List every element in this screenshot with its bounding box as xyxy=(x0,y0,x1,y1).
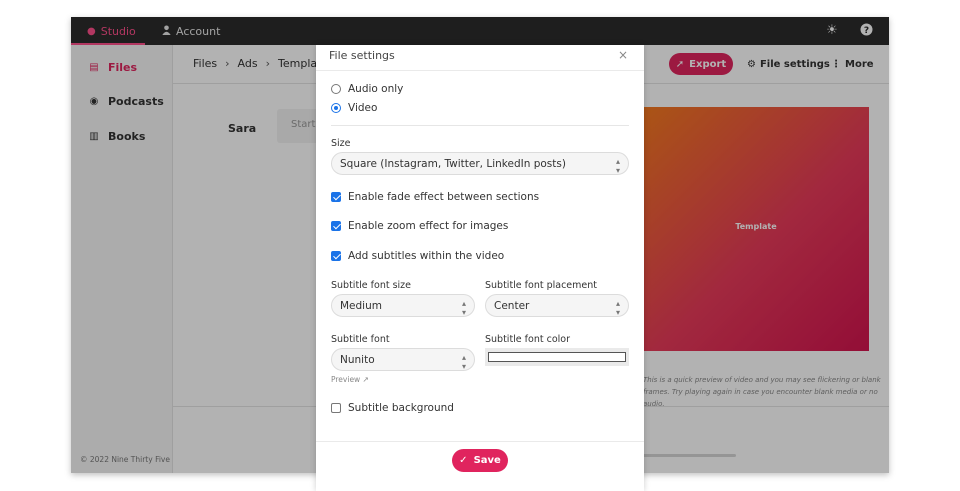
radio-label: Audio only xyxy=(348,83,404,95)
checkbox-zoom-effect[interactable]: Enable zoom effect for images xyxy=(331,220,508,232)
subtitle-font-size-label: Subtitle font size xyxy=(331,280,412,291)
size-value: Square (Instagram, Twitter, LinkedIn pos… xyxy=(340,157,566,170)
file-settings-dialog: File settings × Audio only Video Size Sq… xyxy=(316,45,644,491)
select-caret-icon: ▴ ▾ xyxy=(461,299,466,317)
font-preview-link[interactable]: Preview ↗ xyxy=(331,375,369,384)
size-label: Size xyxy=(331,138,351,149)
dialog-header: File settings × xyxy=(316,45,644,71)
checkbox-label: Add subtitles within the video xyxy=(348,250,505,262)
radio-audio-only[interactable]: Audio only xyxy=(331,83,403,95)
checkbox[interactable] xyxy=(331,221,341,231)
radio-button[interactable] xyxy=(331,84,341,94)
subtitle-font-label: Subtitle font xyxy=(331,334,390,345)
select-caret-icon: ▴ ▾ xyxy=(615,157,620,175)
font-size-value: Medium xyxy=(340,299,382,312)
subtitle-font-placement-label: Subtitle font placement xyxy=(485,280,598,291)
save-label: Save xyxy=(473,455,501,466)
checkbox-label: Enable zoom effect for images xyxy=(348,220,509,232)
radio-button[interactable] xyxy=(331,103,341,113)
checkbox-add-subtitles[interactable]: Add subtitles within the video xyxy=(331,250,504,262)
radio-video[interactable]: Video xyxy=(331,102,377,114)
checkbox-label: Enable fade effect between sections xyxy=(348,191,540,203)
checkbox[interactable] xyxy=(331,251,341,261)
save-button[interactable]: ✓ Save xyxy=(452,449,508,472)
color-swatch[interactable] xyxy=(488,352,626,362)
checkbox-label: Subtitle background xyxy=(348,402,454,414)
size-select[interactable]: Square (Instagram, Twitter, LinkedIn pos… xyxy=(331,152,629,175)
select-caret-icon: ▴ ▾ xyxy=(615,299,620,317)
dialog-footer-divider xyxy=(316,441,644,442)
checkbox[interactable] xyxy=(331,192,341,202)
subtitle-font-color-label: Subtitle font color xyxy=(485,334,570,345)
dialog-title: File settings xyxy=(329,49,395,62)
radio-label: Video xyxy=(348,102,378,114)
close-icon[interactable]: × xyxy=(618,48,628,62)
subtitle-font-color-picker[interactable] xyxy=(485,348,629,366)
font-value: Nunito xyxy=(340,353,375,366)
select-caret-icon: ▴ ▾ xyxy=(461,353,466,371)
subtitle-font-select[interactable]: Nunito ▴ ▾ xyxy=(331,348,475,371)
subtitle-font-placement-select[interactable]: Center ▴ ▾ xyxy=(485,294,629,317)
checkbox[interactable] xyxy=(331,403,341,413)
check-icon: ✓ xyxy=(459,455,468,466)
placement-value: Center xyxy=(494,299,530,312)
checkbox-subtitle-background[interactable]: Subtitle background xyxy=(331,402,454,414)
section-divider xyxy=(331,125,629,126)
checkbox-fade-effect[interactable]: Enable fade effect between sections xyxy=(331,191,539,203)
subtitle-font-size-select[interactable]: Medium ▴ ▾ xyxy=(331,294,475,317)
